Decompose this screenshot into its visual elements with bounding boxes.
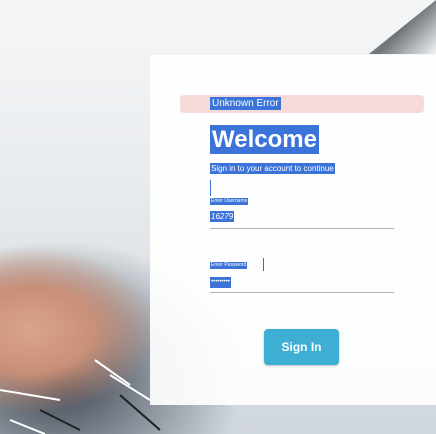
- username-underline: [210, 228, 394, 229]
- password-underline: [210, 292, 394, 293]
- password-label: Enter Password: [210, 262, 248, 269]
- password-input[interactable]: •••••••••: [210, 277, 231, 288]
- sign-in-button[interactable]: Sign In: [264, 329, 339, 365]
- text-caret: [210, 180, 211, 196]
- username-input[interactable]: 16279: [210, 211, 235, 222]
- password-cursor: [263, 258, 264, 271]
- username-label: Enter Username: [210, 198, 249, 205]
- error-text: Unknown Error: [210, 97, 281, 110]
- login-subtitle: Sign in to your account to continue: [210, 163, 335, 174]
- page-title: Welcome: [210, 125, 319, 154]
